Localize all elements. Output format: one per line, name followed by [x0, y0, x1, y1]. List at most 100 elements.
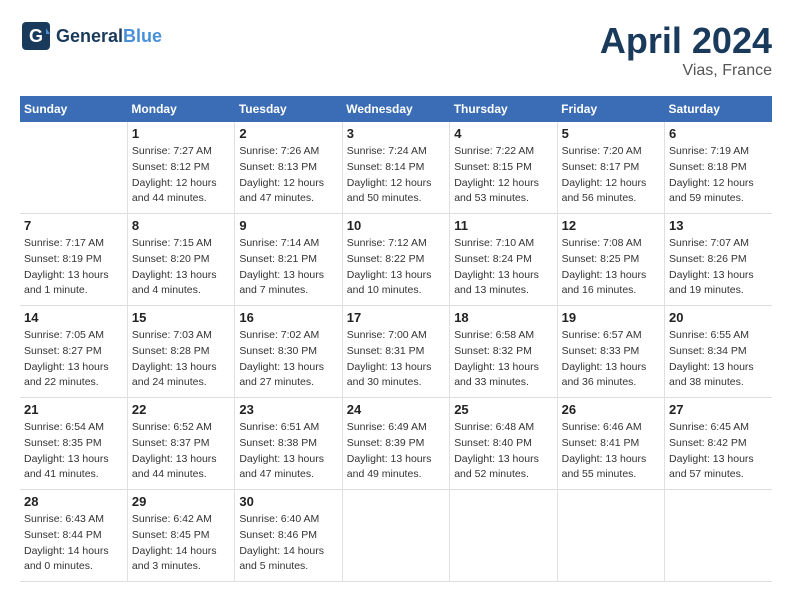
day-info: Sunrise: 7:08 AM Sunset: 8:25 PM Dayligh… [562, 236, 660, 299]
day-number: 2 [239, 126, 337, 141]
calendar-cell: 30 Sunrise: 6:40 AM Sunset: 8:46 PM Dayli… [235, 490, 342, 582]
calendar-cell: 9 Sunrise: 7:14 AM Sunset: 8:21 PM Daylig… [235, 214, 342, 306]
day-number: 7 [24, 218, 123, 233]
calendar-cell: 29Sunrise: 6:42 AM Sunset: 8:45 PM Dayli… [127, 490, 234, 582]
col-tuesday: Tuesday [235, 96, 342, 122]
day-info: Sunrise: 7:17 AM Sunset: 8:19 PM Dayligh… [24, 236, 123, 299]
col-wednesday: Wednesday [342, 96, 449, 122]
day-number: 27 [669, 402, 768, 417]
calendar-cell: 17Sunrise: 7:00 AM Sunset: 8:31 PM Dayli… [342, 306, 449, 398]
day-number: 30 [239, 494, 337, 509]
day-number: 28 [24, 494, 123, 509]
day-number: 19 [562, 310, 660, 325]
calendar-cell: 26Sunrise: 6:46 AM Sunset: 8:41 PM Dayli… [557, 398, 664, 490]
week-row-2: 7 Sunrise: 7:17 AM Sunset: 8:19 PM Daylig… [20, 214, 772, 306]
day-number: 1 [132, 126, 230, 141]
calendar-cell: 3 Sunrise: 7:24 AM Sunset: 8:14 PM Daylig… [342, 122, 449, 214]
day-number: 21 [24, 402, 123, 417]
day-number: 25 [454, 402, 552, 417]
day-number: 29 [132, 494, 230, 509]
day-info: Sunrise: 6:40 AM Sunset: 8:46 PM Dayligh… [239, 512, 337, 575]
calendar-body: 1 Sunrise: 7:27 AM Sunset: 8:12 PM Daylig… [20, 122, 772, 582]
day-number: 9 [239, 218, 337, 233]
calendar-cell: 6Sunrise: 7:19 AM Sunset: 8:18 PM Daylig… [665, 122, 772, 214]
calendar-cell: 25 Sunrise: 6:48 AM Sunset: 8:40 PM Dayli… [450, 398, 557, 490]
day-info: Sunrise: 7:02 AM Sunset: 8:30 PM Dayligh… [239, 328, 337, 391]
day-info: Sunrise: 6:52 AM Sunset: 8:37 PM Dayligh… [132, 420, 230, 483]
day-number: 24 [347, 402, 445, 417]
day-info: Sunrise: 6:49 AM Sunset: 8:39 PM Dayligh… [347, 420, 445, 483]
calendar-cell: 23 Sunrise: 6:51 AM Sunset: 8:38 PM Dayli… [235, 398, 342, 490]
week-row-5: 28Sunrise: 6:43 AM Sunset: 8:44 PM Dayli… [20, 490, 772, 582]
calendar-cell [557, 490, 664, 582]
day-info: Sunrise: 7:12 AM Sunset: 8:22 PM Dayligh… [347, 236, 445, 299]
day-info: Sunrise: 7:03 AM Sunset: 8:28 PM Dayligh… [132, 328, 230, 391]
week-row-1: 1 Sunrise: 7:27 AM Sunset: 8:12 PM Daylig… [20, 122, 772, 214]
day-info: Sunrise: 6:45 AM Sunset: 8:42 PM Dayligh… [669, 420, 768, 483]
day-number: 20 [669, 310, 768, 325]
day-info: Sunrise: 7:00 AM Sunset: 8:31 PM Dayligh… [347, 328, 445, 391]
day-info: Sunrise: 6:48 AM Sunset: 8:40 PM Dayligh… [454, 420, 552, 483]
calendar-cell: 11 Sunrise: 7:10 AM Sunset: 8:24 PM Dayli… [450, 214, 557, 306]
calendar-header: Sunday Monday Tuesday Wednesday Thursday… [20, 96, 772, 122]
calendar-cell: 22Sunrise: 6:52 AM Sunset: 8:37 PM Dayli… [127, 398, 234, 490]
calendar-title-block: April 2024 Vias, France [600, 20, 772, 80]
day-number: 8 [132, 218, 230, 233]
day-number: 12 [562, 218, 660, 233]
calendar-cell: 14Sunrise: 7:05 AM Sunset: 8:27 PM Dayli… [20, 306, 127, 398]
day-number: 15 [132, 310, 230, 325]
day-info: Sunrise: 7:27 AM Sunset: 8:12 PM Dayligh… [132, 144, 230, 207]
day-info: Sunrise: 7:05 AM Sunset: 8:27 PM Dayligh… [24, 328, 123, 391]
col-thursday: Thursday [450, 96, 557, 122]
day-info: Sunrise: 6:54 AM Sunset: 8:35 PM Dayligh… [24, 420, 123, 483]
logo: G GeneralBlue [20, 20, 162, 52]
calendar-cell: 2 Sunrise: 7:26 AM Sunset: 8:13 PM Daylig… [235, 122, 342, 214]
day-number: 5 [562, 126, 660, 141]
header-row: Sunday Monday Tuesday Wednesday Thursday… [20, 96, 772, 122]
calendar-cell: 16 Sunrise: 7:02 AM Sunset: 8:30 PM Dayli… [235, 306, 342, 398]
calendar-cell: 24 Sunrise: 6:49 AM Sunset: 8:39 PM Dayli… [342, 398, 449, 490]
calendar-cell: 20Sunrise: 6:55 AM Sunset: 8:34 PM Dayli… [665, 306, 772, 398]
day-number: 10 [347, 218, 445, 233]
calendar-cell: 4 Sunrise: 7:22 AM Sunset: 8:15 PM Daylig… [450, 122, 557, 214]
calendar-cell: 13 Sunrise: 7:07 AM Sunset: 8:26 PM Dayli… [665, 214, 772, 306]
calendar-cell: 15 Sunrise: 7:03 AM Sunset: 8:28 PM Dayli… [127, 306, 234, 398]
calendar-cell: 8 Sunrise: 7:15 AM Sunset: 8:20 PM Daylig… [127, 214, 234, 306]
day-info: Sunrise: 6:51 AM Sunset: 8:38 PM Dayligh… [239, 420, 337, 483]
calendar-title: April 2024 [600, 20, 772, 62]
calendar-table: Sunday Monday Tuesday Wednesday Thursday… [20, 96, 772, 582]
calendar-cell: 21 Sunrise: 6:54 AM Sunset: 8:35 PM Dayli… [20, 398, 127, 490]
day-info: Sunrise: 7:22 AM Sunset: 8:15 PM Dayligh… [454, 144, 552, 207]
day-number: 3 [347, 126, 445, 141]
day-number: 23 [239, 402, 337, 417]
calendar-cell: 5Sunrise: 7:20 AM Sunset: 8:17 PM Daylig… [557, 122, 664, 214]
day-info: Sunrise: 7:10 AM Sunset: 8:24 PM Dayligh… [454, 236, 552, 299]
day-number: 13 [669, 218, 768, 233]
day-info: Sunrise: 7:24 AM Sunset: 8:14 PM Dayligh… [347, 144, 445, 207]
day-info: Sunrise: 7:26 AM Sunset: 8:13 PM Dayligh… [239, 144, 337, 207]
col-friday: Friday [557, 96, 664, 122]
calendar-cell: 28Sunrise: 6:43 AM Sunset: 8:44 PM Dayli… [20, 490, 127, 582]
calendar-cell: 12 Sunrise: 7:08 AM Sunset: 8:25 PM Dayli… [557, 214, 664, 306]
day-info: Sunrise: 6:58 AM Sunset: 8:32 PM Dayligh… [454, 328, 552, 391]
week-row-3: 14Sunrise: 7:05 AM Sunset: 8:27 PM Dayli… [20, 306, 772, 398]
svg-text:G: G [29, 26, 43, 46]
col-monday: Monday [127, 96, 234, 122]
calendar-subtitle: Vias, France [600, 62, 772, 80]
calendar-cell: 1 Sunrise: 7:27 AM Sunset: 8:12 PM Daylig… [127, 122, 234, 214]
logo-icon: G [20, 20, 52, 52]
day-number: 16 [239, 310, 337, 325]
day-number: 6 [669, 126, 768, 141]
calendar-cell [450, 490, 557, 582]
day-number: 18 [454, 310, 552, 325]
day-info: Sunrise: 7:15 AM Sunset: 8:20 PM Dayligh… [132, 236, 230, 299]
day-info: Sunrise: 6:46 AM Sunset: 8:41 PM Dayligh… [562, 420, 660, 483]
day-info: Sunrise: 7:07 AM Sunset: 8:26 PM Dayligh… [669, 236, 768, 299]
week-row-4: 21 Sunrise: 6:54 AM Sunset: 8:35 PM Dayli… [20, 398, 772, 490]
calendar-cell: 7 Sunrise: 7:17 AM Sunset: 8:19 PM Daylig… [20, 214, 127, 306]
day-info: Sunrise: 7:14 AM Sunset: 8:21 PM Dayligh… [239, 236, 337, 299]
col-saturday: Saturday [665, 96, 772, 122]
day-number: 4 [454, 126, 552, 141]
day-number: 11 [454, 218, 552, 233]
calendar-cell [665, 490, 772, 582]
